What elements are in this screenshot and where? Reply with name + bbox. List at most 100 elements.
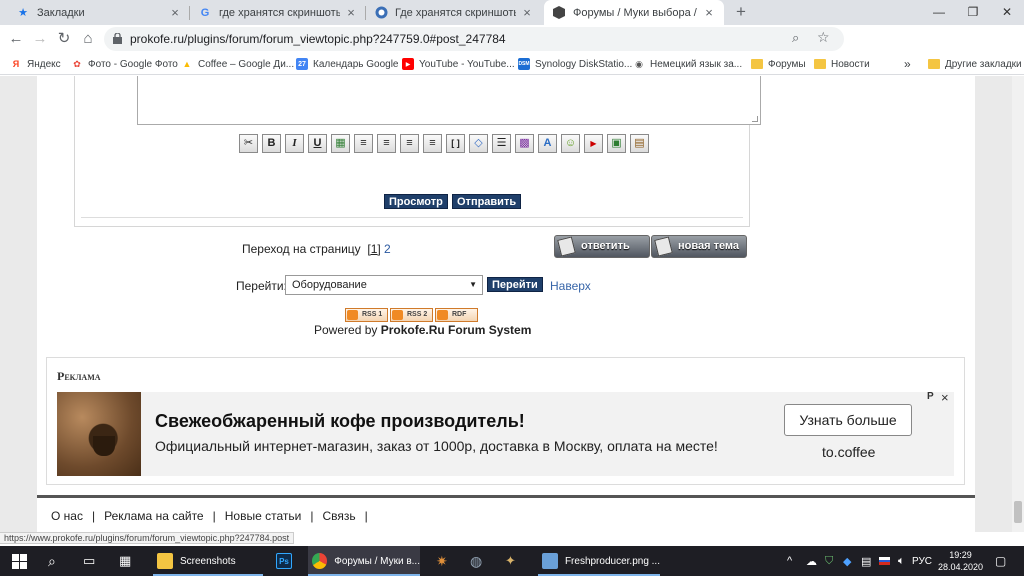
new-tab-button[interactable]: + bbox=[731, 2, 751, 22]
preview-button[interactable]: Просмотр bbox=[384, 194, 448, 209]
zoom-icon[interactable]: ⌕ bbox=[792, 30, 799, 46]
network-icon[interactable]: ▤ bbox=[861, 546, 871, 576]
underline-button[interactable]: U bbox=[308, 134, 327, 153]
page-scrollbar[interactable] bbox=[1012, 76, 1024, 532]
tab-bookmarks[interactable]: ★ Закладки × bbox=[8, 0, 190, 25]
tab-forum-active[interactable]: Форумы / Муки выбора / Выбо × bbox=[544, 0, 724, 25]
close-icon[interactable]: × bbox=[168, 5, 182, 20]
globe-icon[interactable]: ◍ bbox=[470, 546, 482, 576]
app-icon[interactable]: ✷ bbox=[436, 546, 448, 576]
notifications-icon[interactable]: ▢ bbox=[995, 546, 1006, 576]
address-bar[interactable]: prokofe.ru/plugins/forum/forum_viewtopic… bbox=[104, 27, 844, 51]
more-bookmarks-button[interactable]: » bbox=[904, 56, 911, 72]
reply-button[interactable]: ответить bbox=[554, 235, 650, 258]
forum-select[interactable]: Оборудование ▼ bbox=[285, 275, 483, 295]
italic-button[interactable]: I bbox=[285, 134, 304, 153]
folder-icon bbox=[814, 58, 826, 70]
scroll-thumb[interactable] bbox=[1014, 501, 1022, 523]
taskbar-item-chrome[interactable]: Форумы / Муки в... bbox=[308, 546, 420, 576]
html-button[interactable]: ▤ bbox=[630, 134, 649, 153]
ad-headline[interactable]: Свежеобжаренный кофе производитель! bbox=[155, 411, 525, 432]
volume-icon[interactable]: 🔈︎ bbox=[898, 546, 905, 576]
coffee-image[interactable] bbox=[57, 392, 141, 476]
taskbar-item-photoshop[interactable]: Ps bbox=[276, 546, 299, 576]
cloud-icon[interactable]: ☁ bbox=[806, 546, 817, 576]
lock-icon bbox=[113, 33, 122, 44]
search-icon[interactable]: ⌕ bbox=[48, 546, 56, 576]
close-icon[interactable]: × bbox=[344, 5, 358, 20]
youtube-button[interactable]: ▶ bbox=[584, 134, 603, 153]
taskbar-item-viewer[interactable]: Freshproducer.png ... bbox=[538, 546, 660, 576]
footer-link-advertising[interactable]: Реклама на сайте bbox=[104, 509, 204, 523]
restore-icon[interactable]: ❐ bbox=[956, 0, 990, 25]
app-icon[interactable]: ✦ bbox=[505, 546, 516, 576]
align-center-button[interactable]: ≡ bbox=[354, 134, 373, 153]
home-icon[interactable]: ⌂ bbox=[77, 28, 99, 50]
task-view-icon[interactable]: ▭ bbox=[83, 546, 95, 576]
ad-badge[interactable]: Р bbox=[927, 391, 934, 402]
rdf-link[interactable]: RDF bbox=[435, 308, 478, 322]
smiley-button[interactable]: ☺ bbox=[561, 134, 580, 153]
chevron-up-icon[interactable]: ^ bbox=[787, 546, 792, 576]
dropbox-icon[interactable]: ◆ bbox=[843, 546, 851, 576]
bookmark-google-drive[interactable]: ▲ Coffee – Google Ди... bbox=[181, 56, 295, 72]
feed-links: RSS 1 RSS 2 RDF bbox=[345, 308, 478, 322]
calculator-icon[interactable]: ▦ bbox=[119, 546, 131, 576]
photos-icon: ✿ bbox=[73, 58, 81, 69]
font-button[interactable]: A bbox=[538, 134, 557, 153]
footer-link-contact[interactable]: Связь bbox=[322, 509, 355, 523]
bookmark-folder-news[interactable]: Новости bbox=[814, 56, 870, 72]
tab-screenshots-article[interactable]: Где хранятся скриншоты экрана × bbox=[366, 0, 542, 25]
close-icon[interactable]: × bbox=[520, 5, 534, 20]
close-icon[interactable]: × bbox=[702, 5, 716, 20]
bookmark-star-icon[interactable]: ☆ bbox=[817, 29, 830, 46]
new-topic-button[interactable]: новая тема bbox=[651, 235, 747, 258]
rss1-link[interactable]: RSS 1 bbox=[345, 308, 388, 322]
bookmark-synology[interactable]: DSM Synology DiskStatio... bbox=[518, 56, 632, 72]
bookmark-folder-forums[interactable]: Форумы bbox=[751, 56, 806, 72]
forward-icon[interactable]: → bbox=[29, 28, 51, 50]
resize-handle-icon[interactable] bbox=[752, 116, 758, 122]
page-link-2[interactable]: 2 bbox=[384, 242, 391, 256]
tab-google-search[interactable]: G где хранятся скриншоты в win10 × bbox=[190, 0, 366, 25]
folder-icon bbox=[157, 553, 173, 569]
back-to-top-link[interactable]: Наверх bbox=[550, 279, 591, 293]
shield-icon[interactable]: ⛉ bbox=[825, 546, 833, 576]
taskbar-item-screenshots[interactable]: Screenshots bbox=[153, 546, 263, 576]
rss2-link[interactable]: RSS 2 bbox=[390, 308, 433, 322]
link-button[interactable]: ◇ bbox=[469, 134, 488, 153]
goto-button[interactable]: Перейти bbox=[487, 277, 543, 292]
bookmark-google-photos[interactable]: ✿ Фото - Google Фото bbox=[71, 56, 178, 72]
list-button[interactable]: ☰ bbox=[492, 134, 511, 153]
code-button[interactable]: [ ] bbox=[446, 134, 465, 153]
footer-link-new-articles[interactable]: Новые статьи bbox=[225, 509, 302, 523]
footer-link-about[interactable]: О нас bbox=[51, 509, 83, 523]
learn-more-button[interactable]: Узнать больше bbox=[784, 404, 912, 436]
ad-close-icon[interactable]: × bbox=[941, 390, 949, 405]
bookmark-calendar[interactable]: 27 Календарь Google bbox=[296, 56, 399, 72]
bookmark-youtube[interactable]: ▶ YouTube - YouTube... bbox=[402, 56, 515, 72]
back-icon[interactable]: ← bbox=[5, 28, 27, 50]
image-button[interactable]: ▦ bbox=[331, 134, 350, 153]
other-bookmarks[interactable]: Другие закладки bbox=[928, 56, 1022, 72]
flag-ru-icon[interactable] bbox=[879, 546, 890, 576]
align-justify-button[interactable]: ≡ bbox=[423, 134, 442, 153]
bookmark-german[interactable]: ◉ Немецкий язык за... bbox=[633, 56, 742, 72]
clock[interactable]: 19:29 28.04.2020 bbox=[938, 549, 983, 573]
align-left-button[interactable]: ≡ bbox=[377, 134, 396, 153]
document-icon bbox=[557, 236, 576, 257]
message-textarea[interactable] bbox=[137, 76, 761, 125]
submit-button[interactable]: Отправить bbox=[452, 194, 522, 209]
quote-button[interactable]: ✂ bbox=[239, 134, 258, 153]
language-indicator[interactable]: РУС bbox=[912, 546, 932, 576]
bold-button[interactable]: B bbox=[262, 134, 281, 153]
windows-start-icon[interactable] bbox=[12, 546, 27, 576]
bookmark-yandex[interactable]: Я Яндекс bbox=[10, 56, 61, 72]
gallery-button[interactable]: ▣ bbox=[607, 134, 626, 153]
reload-icon[interactable]: ↻ bbox=[53, 28, 75, 50]
align-right-button[interactable]: ≡ bbox=[400, 134, 419, 153]
window-close-icon[interactable]: ✕ bbox=[990, 0, 1024, 25]
ad-banner[interactable]: Свежеобжаренный кофе производитель! Офиц… bbox=[57, 390, 954, 476]
minimize-icon[interactable]: — bbox=[922, 0, 956, 25]
color-button[interactable]: ▩ bbox=[515, 134, 534, 153]
